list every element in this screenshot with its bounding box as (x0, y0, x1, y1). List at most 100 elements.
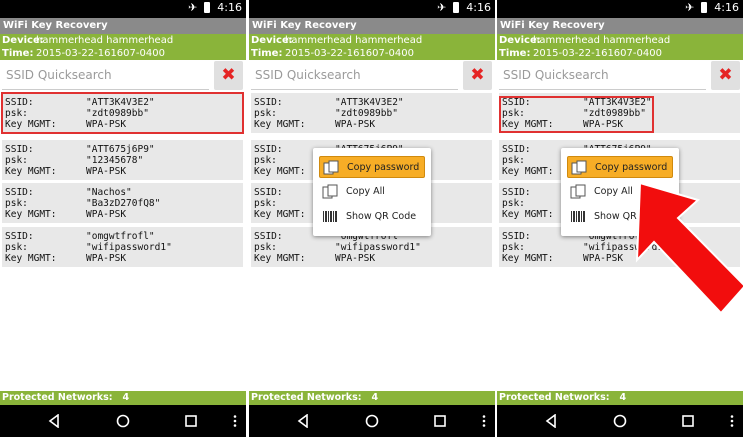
status-bar: ✈ 4:16 (497, 0, 743, 18)
copy-all-icon (570, 184, 586, 199)
time-label: Time: (2, 48, 34, 59)
search-input[interactable] (2, 61, 209, 89)
device-info: Device:hammerhead hammerhead Time: 2015-0… (497, 34, 743, 60)
network-item[interactable]: SSID: "ATT675j6P9" psk: "12345678" Key MGM… (2, 140, 243, 180)
copy-password-item[interactable]: Copy password (567, 156, 673, 178)
psk-label: psk: (502, 155, 525, 166)
footer-count: 4 (371, 392, 379, 403)
device-label: Device: (499, 35, 541, 46)
footer-label: Protected Networks: (251, 392, 362, 403)
time-label: Time: (251, 48, 283, 59)
more-icon[interactable] (228, 414, 242, 428)
psk-label: psk: (502, 108, 525, 119)
ssid-label: SSID: (5, 187, 34, 198)
network-item[interactable]: SSID: "ATT3K4V3E2" psk: "zdt0989bb" Key MG… (251, 93, 492, 133)
back-icon[interactable] (47, 414, 61, 428)
ssid-label: SSID: (502, 144, 531, 155)
mgmt-label: Key MGMT: (5, 166, 57, 177)
psk-label: psk: (254, 155, 277, 166)
battery-icon (453, 2, 460, 13)
psk-value: "zdt0989bb" (335, 108, 398, 119)
psk-value: "wifipassword1" (86, 242, 172, 253)
footer-count: 4 (122, 392, 130, 403)
status-time: 4:16 (714, 1, 739, 14)
status-bar: ✈ 4:16 (249, 0, 495, 18)
recents-icon[interactable] (433, 414, 447, 428)
home-icon[interactable] (365, 414, 379, 428)
show-qr-label: Show QR Code (346, 211, 417, 222)
network-item[interactable]: SSID: "ATT3K4V3E2" psk: "zdt0989bb" Key MG… (499, 93, 740, 133)
copy-icon (571, 160, 587, 175)
clear-button[interactable]: ✖ (711, 61, 740, 90)
ssid-value: "omgwtfrofl" (86, 231, 155, 242)
mgmt-value: WPA-PSK (86, 119, 127, 130)
copy-password-label: Copy password (595, 162, 668, 173)
copy-all-icon (322, 184, 338, 199)
app-title: WiFi Key Recovery (0, 18, 246, 34)
show-qr-item[interactable]: Show QR Code (319, 206, 425, 228)
ssid-label: SSID: (5, 144, 34, 155)
mgmt-label: Key MGMT: (254, 119, 306, 130)
search-input[interactable] (499, 61, 706, 89)
mgmt-value: WPA-PSK (583, 253, 624, 264)
airplane-icon: ✈ (685, 1, 695, 14)
psk-label: psk: (5, 198, 28, 209)
footer-count: 4 (619, 392, 627, 403)
time-value: 2015-03-22-161607-0400 (36, 48, 165, 59)
psk-value: "12345678" (86, 155, 144, 166)
mgmt-label: Key MGMT: (254, 209, 306, 220)
mgmt-label: Key MGMT: (502, 166, 554, 177)
app-title: WiFi Key Recovery (497, 18, 743, 34)
barcode-icon (571, 211, 585, 222)
more-icon[interactable] (477, 414, 491, 428)
network-item[interactable]: SSID: "ATT3K4V3E2" psk: "zdt0989bb" Key MG… (1, 92, 244, 134)
app-title: WiFi Key Recovery (249, 18, 495, 34)
copy-icon (323, 160, 339, 175)
mgmt-label: Key MGMT: (5, 209, 57, 220)
back-icon[interactable] (296, 414, 310, 428)
home-icon[interactable] (116, 414, 130, 428)
nav-bar (497, 405, 743, 437)
ssid-label: SSID: (254, 97, 283, 108)
time-label: Time: (499, 48, 531, 59)
status-time: 4:16 (466, 1, 491, 14)
back-icon[interactable] (544, 414, 558, 428)
clear-button[interactable]: ✖ (463, 61, 492, 90)
more-icon[interactable] (725, 414, 739, 428)
device-value: hammerhead hammerhead (533, 35, 671, 46)
ssid-label: SSID: (502, 97, 531, 108)
network-item[interactable]: SSID: "Nachos" psk: "Ba3zD270fQ8" Key MGMT… (2, 183, 243, 223)
psk-value: "wifipassword1" (335, 242, 421, 253)
ssid-label: SSID: (254, 231, 283, 242)
home-icon[interactable] (613, 414, 627, 428)
mgmt-label: Key MGMT: (5, 253, 57, 264)
psk-label: psk: (5, 108, 28, 119)
ssid-label: SSID: (5, 231, 34, 242)
footer-label: Protected Networks: (499, 392, 610, 403)
clear-icon: ✖ (470, 65, 485, 85)
footer-bar: Protected Networks: 4 (497, 391, 743, 405)
mgmt-label: Key MGMT: (254, 166, 306, 177)
clear-button[interactable]: ✖ (214, 61, 243, 90)
ssid-value: "ATT3K4V3E2" (335, 97, 404, 108)
psk-label: psk: (5, 155, 28, 166)
network-item[interactable]: SSID: "omgwtfrofl" psk: "wifipassword1" Ke… (2, 227, 243, 267)
device-value: hammerhead hammerhead (36, 35, 174, 46)
psk-label: psk: (502, 242, 525, 253)
search-input[interactable] (251, 61, 458, 89)
device-label: Device: (2, 35, 44, 46)
barcode-icon (323, 211, 337, 222)
ssid-value: "Nachos" (86, 187, 132, 198)
recents-icon[interactable] (681, 414, 695, 428)
mgmt-value: WPA-PSK (335, 119, 376, 130)
nav-bar (0, 405, 246, 437)
recents-icon[interactable] (184, 414, 198, 428)
context-menu: Copy password Copy All Show QR Code (313, 148, 431, 236)
mgmt-label: Key MGMT: (502, 253, 554, 264)
copy-password-item[interactable]: Copy password (319, 156, 425, 178)
copy-all-item[interactable]: Copy All (319, 181, 425, 203)
psk-value: "zdt0989bb" (86, 108, 149, 119)
footer-label: Protected Networks: (2, 392, 113, 403)
mgmt-label: Key MGMT: (254, 253, 306, 264)
nav-bar (249, 405, 495, 437)
